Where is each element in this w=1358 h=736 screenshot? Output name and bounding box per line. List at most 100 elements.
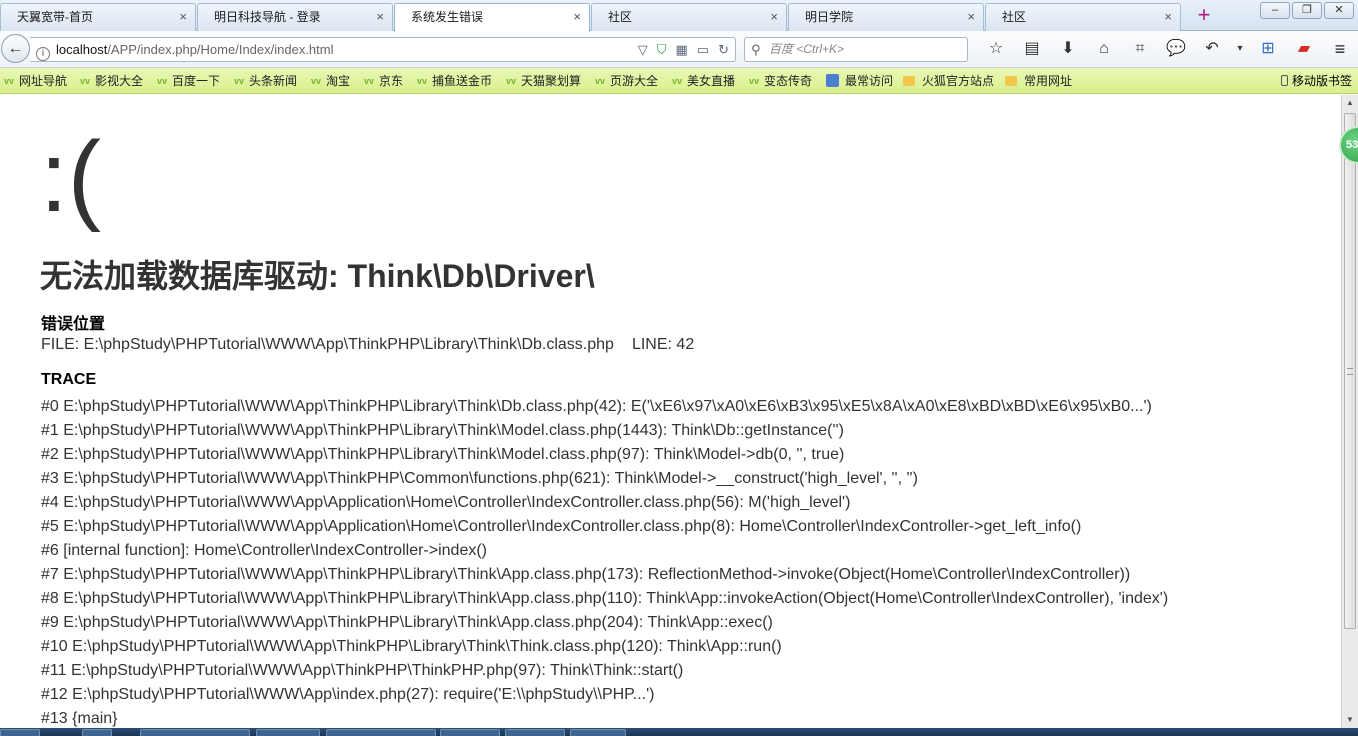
sad-face: :( (40, 121, 102, 233)
bookmark-item[interactable]: vv 头条新闻 (234, 68, 297, 94)
error-file-line: FILE: E:\phpStudy\PHPTutorial\WWW\App\Th… (41, 336, 694, 354)
most-visited-icon (826, 74, 839, 87)
address-bar-icons: ▽ ⛉ ▦ ▭ ↻ (638, 38, 729, 61)
add-panel-icon[interactable]: ⊞ (1250, 37, 1286, 61)
error-file: FILE: E:\phpStudy\PHPTutorial\WWW\App\Th… (41, 336, 614, 353)
home-icon[interactable]: ⌂ (1086, 37, 1122, 61)
bookmark-folder[interactable]: 火狐官方站点 (903, 68, 994, 94)
bookmark-item[interactable]: vv 捕鱼送金币 (417, 68, 492, 94)
tab-title: 系统发生错误 (411, 10, 484, 24)
taskbar-item[interactable] (140, 729, 250, 736)
trace-row: #9 E:\phpStudy\PHPTutorial\WWW\App\Think… (41, 614, 773, 631)
undo-icon[interactable]: ↶ (1194, 37, 1230, 61)
navigation-bar: ← i localhost/APP/index.php/Home/Index/in… (0, 31, 1358, 68)
mobile-phone-icon (1280, 75, 1288, 86)
bookmark-leaf-icon: vv (157, 76, 168, 86)
reader-view-icon[interactable]: ▭ (697, 38, 709, 61)
trace-row: #10 E:\phpStudy\PHPTutorial\WWW\App\Thin… (41, 638, 782, 655)
reading-list-icon[interactable]: ▤ (1014, 37, 1050, 61)
bookmark-most-visited[interactable]: 最常访问 (826, 68, 893, 94)
trace-row: #13 {main} (41, 710, 118, 727)
scrollbar-thumb[interactable] (1344, 113, 1356, 629)
bookmark-star-icon[interactable]: ☆ (978, 37, 1014, 61)
bookmark-leaf-icon: vv (364, 76, 375, 86)
new-tab-plus-icon[interactable]: + (1192, 2, 1216, 28)
bookmark-item[interactable]: vv 美女直播 (672, 68, 735, 94)
qr-code-icon[interactable]: ▦ (676, 38, 688, 61)
minimize-icon[interactable]: – (1260, 2, 1290, 19)
mobile-bookmarks[interactable]: 移动版书签 (1280, 68, 1352, 94)
extension-icon[interactable]: ▰ (1286, 37, 1322, 61)
reload-icon[interactable]: ↻ (718, 38, 729, 61)
close-window-icon[interactable]: ✕ (1324, 2, 1354, 19)
bookmark-label: 移动版书签 (1291, 74, 1352, 88)
start-button[interactable] (0, 729, 40, 736)
tab-strip: 天翼宽带-首页 × 明日科技导航 - 登录 × 系统发生错误 × 社区 × 明日… (0, 0, 1358, 32)
taskbar-item[interactable] (570, 729, 626, 736)
tab-title: 社区 (608, 10, 633, 24)
close-tab-icon[interactable]: × (1164, 4, 1172, 30)
tab-tianyi-home[interactable]: 天翼宽带-首页 × (0, 3, 196, 31)
bookmark-label: 网址导航 (19, 74, 68, 88)
bookmark-leaf-icon: vv (80, 76, 91, 86)
error-location-heading: 错误位置 (41, 316, 106, 333)
bookmark-item[interactable]: vv 天猫聚划算 (506, 68, 581, 94)
bookmark-item[interactable]: vv 影视大全 (80, 68, 143, 94)
bookmark-label: 美女直播 (687, 74, 736, 88)
taskbar-item[interactable] (82, 729, 112, 736)
bookmark-item[interactable]: vv 变态传奇 (749, 68, 812, 94)
close-tab-icon[interactable]: × (179, 4, 187, 30)
taskbar-item[interactable] (440, 729, 500, 736)
trace-heading: TRACE (41, 371, 97, 388)
shield-icon[interactable]: ⛉ (657, 38, 667, 61)
trace-row: #3 E:\phpStudy\PHPTutorial\WWW\App\Think… (41, 470, 918, 487)
close-tab-icon[interactable]: × (376, 4, 384, 30)
screenshot-crop-icon[interactable]: ⌗ (1122, 37, 1158, 61)
search-placeholder: 百度 <Ctrl+K> (769, 42, 845, 56)
taskbar-item[interactable] (326, 729, 436, 736)
bookmark-item[interactable]: vv 京东 (364, 68, 403, 94)
chat-icon[interactable]: 💬 (1158, 37, 1194, 61)
bookmark-item[interactable]: vv 淘宝 (311, 68, 350, 94)
dropdown-icon[interactable]: ▾ (1230, 37, 1250, 61)
trace-row: #7 E:\phpStudy\PHPTutorial\WWW\App\Think… (41, 566, 1131, 583)
vertical-scrollbar[interactable]: ▲ ▼ (1341, 95, 1358, 728)
close-tab-icon[interactable]: × (770, 4, 778, 30)
bookmark-label: 火狐官方站点 (922, 74, 995, 88)
bookmark-item[interactable]: vv 百度一下 (157, 68, 220, 94)
bookmark-label: 页游大全 (610, 74, 659, 88)
trace-row: #0 E:\phpStudy\PHPTutorial\WWW\App\Think… (41, 398, 1152, 415)
restore-icon[interactable]: ❐ (1292, 2, 1322, 19)
bookmark-item[interactable]: vv 网址导航 (4, 68, 67, 94)
close-tab-icon[interactable]: × (573, 4, 581, 30)
tab-mingri-login[interactable]: 明日科技导航 - 登录 × (197, 3, 393, 31)
tab-community-2[interactable]: 社区 × (985, 3, 1181, 31)
tab-system-error[interactable]: 系统发生错误 × (394, 3, 590, 32)
bookmark-label: 影视大全 (95, 74, 144, 88)
menu-icon[interactable]: ≡ (1322, 37, 1358, 61)
back-arrow-icon[interactable]: ← (1, 34, 30, 63)
taskbar-item[interactable] (256, 729, 320, 736)
bookmark-label: 百度一下 (172, 74, 221, 88)
bookmark-item[interactable]: vv 页游大全 (595, 68, 658, 94)
bookmark-label: 常用网址 (1024, 74, 1073, 88)
close-tab-icon[interactable]: × (967, 4, 975, 30)
trace-row: #4 E:\phpStudy\PHPTutorial\WWW\App\Appli… (41, 494, 851, 511)
taskbar-item[interactable] (505, 729, 565, 736)
bookmark-leaf-icon: vv (417, 76, 428, 86)
url-dropdown-icon[interactable]: ▽ (638, 38, 648, 61)
scroll-up-icon[interactable]: ▲ (1342, 95, 1358, 111)
bookmark-folder[interactable]: 常用网址 (1005, 68, 1072, 94)
tab-community[interactable]: 社区 × (591, 3, 787, 31)
search-input[interactable]: ⚲ 百度 <Ctrl+K> (744, 37, 968, 62)
bookmark-label: 天猫聚划算 (521, 74, 582, 88)
bookmarks-bar: vv 网址导航 vv 影视大全 vv 百度一下 vv 头条新闻 vv 淘宝 vv 京东 vv… (0, 68, 1358, 94)
tab-mingri-academy[interactable]: 明日学院 × (788, 3, 984, 31)
bookmark-leaf-icon: vv (311, 76, 322, 86)
download-icon[interactable]: ⬇ (1050, 37, 1086, 61)
site-info-icon[interactable]: i (36, 47, 50, 61)
address-bar[interactable]: i localhost/APP/index.php/Home/Index/inde… (30, 37, 736, 62)
bookmark-leaf-icon: vv (595, 76, 606, 86)
scroll-down-icon[interactable]: ▼ (1342, 712, 1358, 728)
bookmark-leaf-icon: vv (506, 76, 517, 86)
